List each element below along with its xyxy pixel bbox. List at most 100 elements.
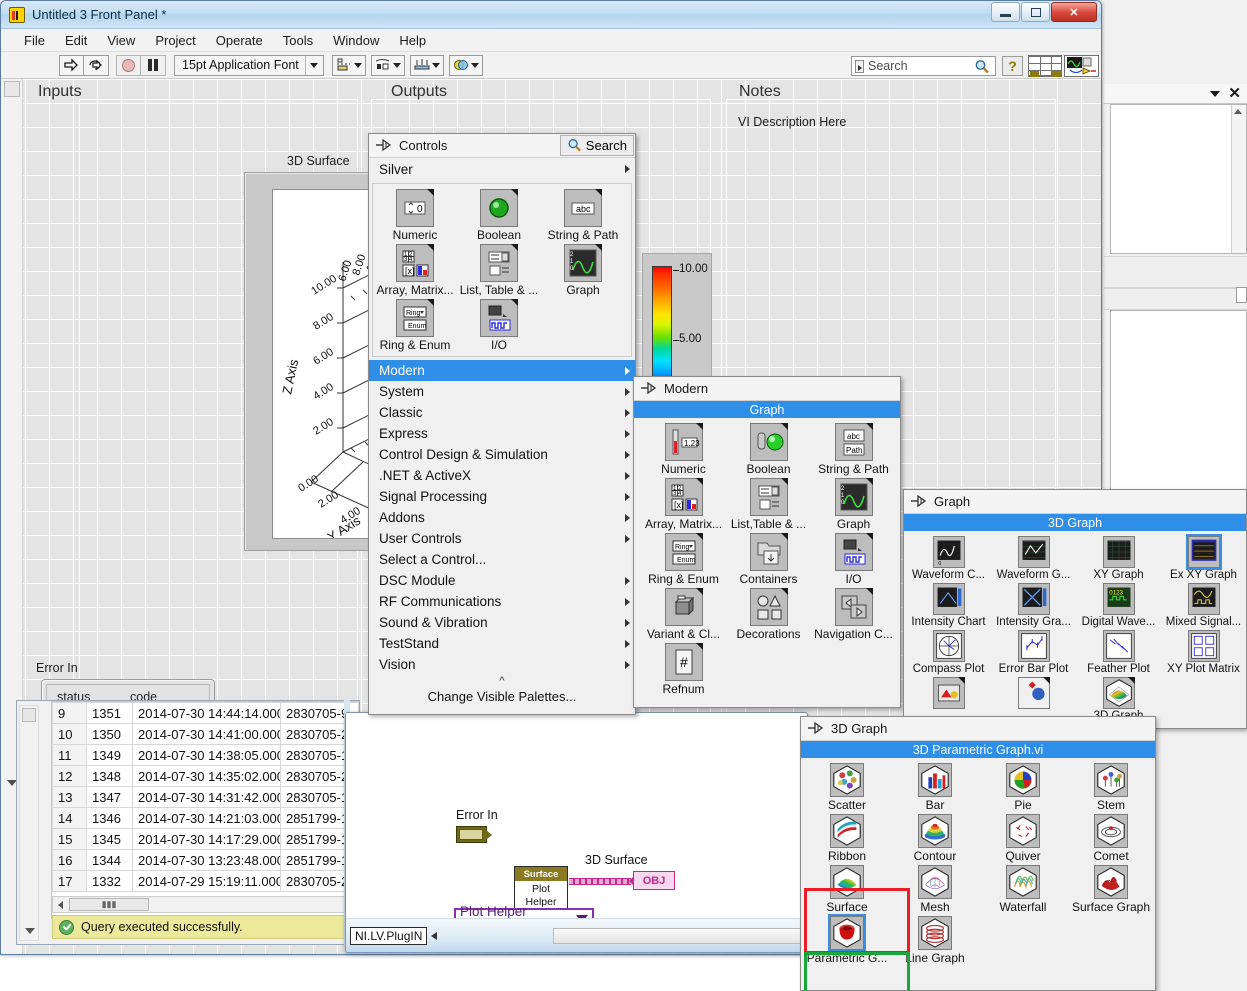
background-small-field[interactable] <box>1236 287 1247 303</box>
palette-item-boolean[interactable]: Boolean <box>457 189 541 242</box>
palette-item-intensity-chart[interactable]: Intensity Chart <box>906 583 991 628</box>
scroll-left-icon[interactable] <box>58 900 63 909</box>
intensity-graph-icon[interactable] <box>1017 583 1050 615</box>
results-vertical-scrollbar[interactable] <box>19 705 39 941</box>
palette-category-classic[interactable]: Classic <box>369 402 635 423</box>
refnum-icon[interactable]: # <box>664 643 703 681</box>
palette-item-string-path[interactable]: abc Path String & Path <box>811 423 896 476</box>
palette-item-navigation-c[interactable]: Navigation C... <box>811 588 896 641</box>
palette-item-array-matrix[interactable]: 1 2 3 4 [x] Array, Matrix... <box>373 244 457 297</box>
scroll-down-icon[interactable] <box>25 928 35 934</box>
palette-item-string-path[interactable]: abc String & Path <box>541 189 625 242</box>
table-row[interactable]: 1413462014-07-30 14:21:03.0002851799-112… <box>52 807 359 829</box>
express-xy-graph-icon[interactable] <box>1185 534 1222 570</box>
error-bar-plot-icon[interactable] <box>1017 630 1050 662</box>
xy-plot-matrix-icon[interactable] <box>1187 630 1220 662</box>
menu-view[interactable]: View <box>98 31 144 50</box>
3d-graph-icon[interactable] <box>1102 677 1135 709</box>
3d-surface-graph-icon[interactable] <box>1094 865 1128 899</box>
pin-icon[interactable] <box>375 138 392 152</box>
palette-category-select-a-control[interactable]: Select a Control... <box>369 549 635 570</box>
graph-icon[interactable]: 210 <box>564 244 602 282</box>
3d-waterfall-icon[interactable] <box>1006 865 1040 899</box>
string-abc-icon[interactable]: abc <box>564 189 602 227</box>
palette-search-button[interactable]: Search <box>559 135 634 156</box>
change-visible-palettes-link[interactable]: Change Visible Palettes... <box>369 689 635 704</box>
palette-item-ring-enum[interactable]: Ring Enum Ring & Enum <box>373 299 457 352</box>
search-input[interactable]: Search <box>851 56 996 76</box>
palette-category-modern[interactable]: Modern <box>369 360 635 381</box>
surface-3d-control[interactable]: 2.00 4.00 6.00 8.00 10.00 Z Axis 0.00 2.… <box>244 172 374 551</box>
palette-item-ring-enum[interactable]: Ring Enum Ring & Enum <box>641 533 726 586</box>
results-table-wrapper[interactable]: 913512014-07-30 14:44:14.0002830705-9281… <box>51 701 359 919</box>
palette-item-feather-plot[interactable]: Feather Plot <box>1076 630 1161 675</box>
scene-3d-icon[interactable] <box>1017 677 1050 709</box>
palette-category-system[interactable]: System <box>369 381 635 402</box>
grid-icon[interactable] <box>1028 55 1062 77</box>
intensity-chart-icon[interactable] <box>932 583 965 615</box>
palette-item-variant-cl[interactable]: Variant & Cl... <box>641 588 726 641</box>
scroll-left-icon[interactable] <box>431 931 438 940</box>
string-path-icon[interactable]: abc Path <box>834 423 873 461</box>
io-icon[interactable] <box>834 533 873 571</box>
scrollbar-vertical[interactable] <box>1231 105 1246 253</box>
chevron-down-icon[interactable] <box>304 55 323 75</box>
palette-item-array-matrix[interactable]: 1 2 3 4 [x] Array, Matrix... <box>641 478 726 531</box>
list-table-icon[interactable] <box>480 244 518 282</box>
palette-category-sound-vibration[interactable]: Sound & Vibration <box>369 612 635 633</box>
palette-item-list-table[interactable]: List,Table & ... <box>726 478 811 531</box>
menu-help[interactable]: Help <box>390 31 435 50</box>
palette-item-xy-graph[interactable]: XY Graph <box>1076 536 1161 581</box>
palette-item-waveform-g[interactable]: Waveform G... <box>991 536 1076 581</box>
palette-item-waveform-c[interactable]: 0 Waveform C... <box>906 536 991 581</box>
results-horizontal-scrollbar[interactable]: ▮▮▮ <box>52 896 354 913</box>
table-row[interactable]: 1013502014-07-30 14:41:00.0002830705-242… <box>52 723 359 745</box>
boolean-led-icon[interactable] <box>480 189 518 227</box>
reorder-icon[interactable] <box>448 54 483 76</box>
xy-graph-icon[interactable] <box>1102 536 1135 568</box>
graph-icon[interactable]: 210 <box>834 478 873 516</box>
table-row[interactable]: 1513452014-07-30 14:17:29.0002851799-192… <box>52 828 359 850</box>
palette-item-ribbon[interactable]: Ribbon <box>803 814 891 863</box>
controls-palette[interactable]: Controls Search Silver 0 Numeric Boolean ab… <box>368 133 636 715</box>
run-continuously-icon[interactable] <box>84 54 109 76</box>
chevron-down-icon[interactable] <box>1210 90 1221 97</box>
palette-item-ex-xy-graph[interactable]: Ex XY Graph <box>1161 534 1246 581</box>
table-row[interactable]: 1713322014-07-29 15:19:11.0002830705-212… <box>52 870 359 892</box>
palette-item-digital-wave[interactable]: 0123 Digital Wave... <box>1076 583 1161 628</box>
numeric-icon[interactable]: 1.23 <box>664 423 703 461</box>
table-row[interactable]: 1613442014-07-30 13:23:48.0002851799-102… <box>52 849 359 871</box>
error-cluster-terminal-icon[interactable] <box>456 826 492 843</box>
palette-item-graph[interactable]: 2 1 0 Graph <box>541 244 625 297</box>
palette-item-contour[interactable]: Contour <box>891 814 979 863</box>
scroll-up-icon[interactable] <box>1234 109 1242 114</box>
pin-icon[interactable] <box>640 381 657 395</box>
palette-item-list-table[interactable]: List, Table & ... <box>457 244 541 297</box>
close-button[interactable]: ✕ <box>1051 2 1097 22</box>
palette-category-control-design-simulation[interactable]: Control Design & Simulation <box>369 444 635 465</box>
feather-plot-icon[interactable] <box>1102 630 1135 662</box>
scrollbar-thumb[interactable] <box>4 81 20 97</box>
menu-edit[interactable]: Edit <box>56 31 96 50</box>
surface-3d-plot-area[interactable]: 2.00 4.00 6.00 8.00 10.00 Z Axis 0.00 2.… <box>272 189 370 539</box>
signal-wire[interactable] <box>569 878 631 885</box>
palette-item-compass-plot[interactable]: Compass Plot <box>906 630 991 675</box>
picture-controls-icon[interactable] <box>932 677 965 709</box>
decorations-icon[interactable] <box>749 588 788 626</box>
palette-category-dsc-module[interactable]: DSC Module <box>369 570 635 591</box>
variant-class-icon[interactable] <box>664 588 703 626</box>
waveform-chart-icon[interactable]: 0 <box>932 536 965 568</box>
pause-icon[interactable] <box>141 54 166 76</box>
palette-item-i-o[interactable]: I/O <box>457 299 541 352</box>
menu-project[interactable]: Project <box>146 31 204 50</box>
palette-category-addons[interactable]: Addons <box>369 507 635 528</box>
table-row[interactable]: 913512014-07-30 14:44:14.0002830705-928 <box>52 702 359 724</box>
3d-line-graph-icon[interactable] <box>918 916 952 950</box>
scrollbar-thumb[interactable]: ▮▮▮ <box>69 898 149 911</box>
search-icon[interactable] <box>974 59 990 80</box>
block-diagram-canvas[interactable]: Error In Surface Plot Helper 3D Surface … <box>346 713 807 934</box>
run-arrow-icon[interactable] <box>59 54 84 76</box>
boolean-icon[interactable] <box>749 423 788 461</box>
palette-category-signal-processing[interactable]: Signal Processing <box>369 486 635 507</box>
palette-item-pie[interactable]: Pie <box>979 763 1067 812</box>
